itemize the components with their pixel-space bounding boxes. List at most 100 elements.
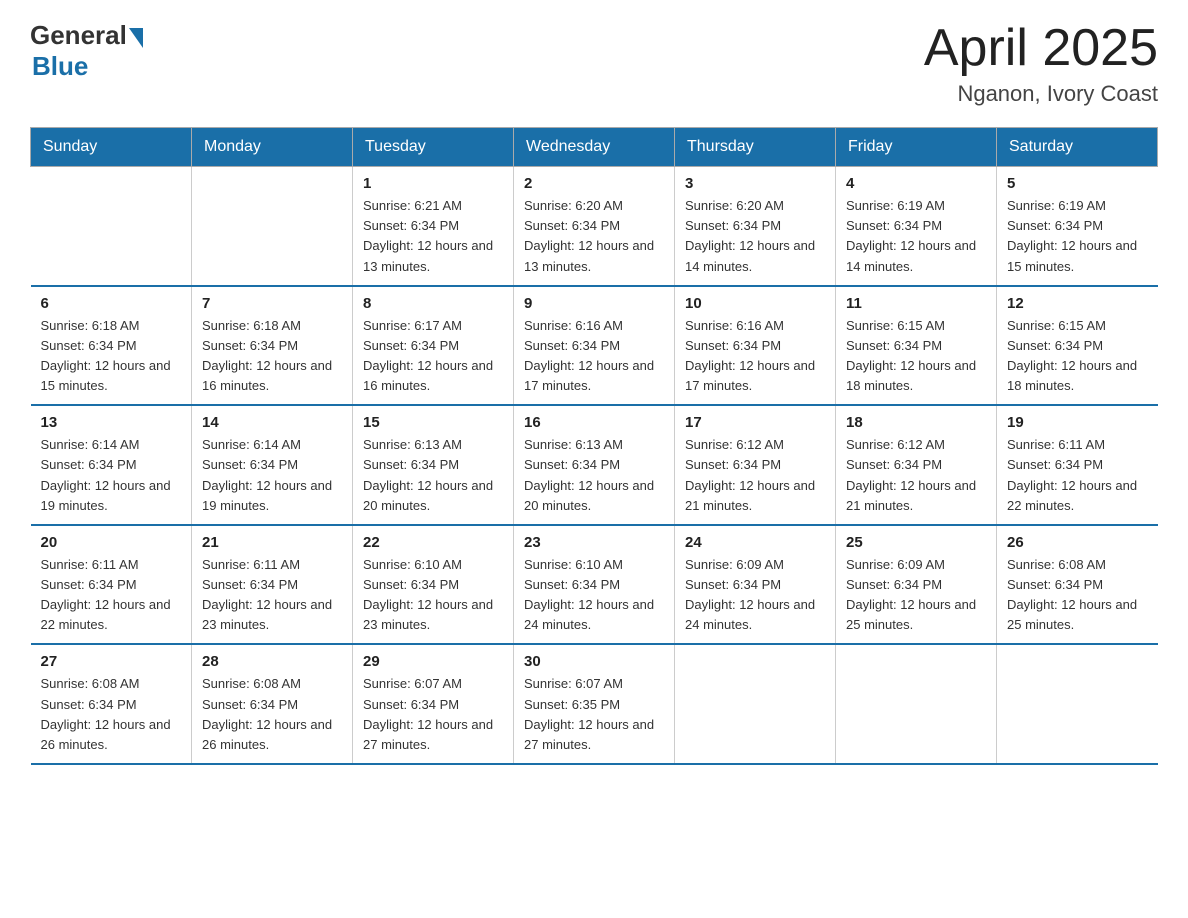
day-info: Sunrise: 6:15 AMSunset: 6:34 PMDaylight:… xyxy=(846,316,986,397)
day-number: 9 xyxy=(524,295,664,312)
calendar-cell: 21 Sunrise: 6:11 AMSunset: 6:34 PMDaylig… xyxy=(192,525,353,645)
calendar-cell: 2 Sunrise: 6:20 AMSunset: 6:34 PMDayligh… xyxy=(514,167,675,286)
day-number: 14 xyxy=(202,414,342,431)
calendar-table: SundayMondayTuesdayWednesdayThursdayFrid… xyxy=(30,127,1158,765)
calendar-cell xyxy=(997,644,1158,764)
day-number: 26 xyxy=(1007,534,1148,551)
day-number: 20 xyxy=(41,534,182,551)
day-info: Sunrise: 6:19 AMSunset: 6:34 PMDaylight:… xyxy=(1007,196,1148,277)
calendar-cell: 25 Sunrise: 6:09 AMSunset: 6:34 PMDaylig… xyxy=(836,525,997,645)
day-info: Sunrise: 6:12 AMSunset: 6:34 PMDaylight:… xyxy=(685,435,825,516)
day-number: 8 xyxy=(363,295,503,312)
day-number: 2 xyxy=(524,175,664,192)
day-info: Sunrise: 6:21 AMSunset: 6:34 PMDaylight:… xyxy=(363,196,503,277)
day-number: 29 xyxy=(363,653,503,670)
calendar-cell: 15 Sunrise: 6:13 AMSunset: 6:34 PMDaylig… xyxy=(353,405,514,525)
calendar-cell: 10 Sunrise: 6:16 AMSunset: 6:34 PMDaylig… xyxy=(675,286,836,406)
day-info: Sunrise: 6:16 AMSunset: 6:34 PMDaylight:… xyxy=(685,316,825,397)
calendar-cell: 30 Sunrise: 6:07 AMSunset: 6:35 PMDaylig… xyxy=(514,644,675,764)
calendar-cell: 26 Sunrise: 6:08 AMSunset: 6:34 PMDaylig… xyxy=(997,525,1158,645)
day-info: Sunrise: 6:08 AMSunset: 6:34 PMDaylight:… xyxy=(1007,555,1148,636)
day-number: 28 xyxy=(202,653,342,670)
day-info: Sunrise: 6:08 AMSunset: 6:34 PMDaylight:… xyxy=(41,674,182,755)
day-number: 12 xyxy=(1007,295,1148,312)
calendar-cell: 17 Sunrise: 6:12 AMSunset: 6:34 PMDaylig… xyxy=(675,405,836,525)
day-info: Sunrise: 6:09 AMSunset: 6:34 PMDaylight:… xyxy=(846,555,986,636)
calendar-cell: 19 Sunrise: 6:11 AMSunset: 6:34 PMDaylig… xyxy=(997,405,1158,525)
day-info: Sunrise: 6:07 AMSunset: 6:35 PMDaylight:… xyxy=(524,674,664,755)
logo-blue-text: Blue xyxy=(32,51,88,82)
day-number: 1 xyxy=(363,175,503,192)
calendar-week-row: 1 Sunrise: 6:21 AMSunset: 6:34 PMDayligh… xyxy=(31,167,1158,286)
day-number: 17 xyxy=(685,414,825,431)
calendar-cell: 12 Sunrise: 6:15 AMSunset: 6:34 PMDaylig… xyxy=(997,286,1158,406)
day-info: Sunrise: 6:18 AMSunset: 6:34 PMDaylight:… xyxy=(202,316,342,397)
day-info: Sunrise: 6:08 AMSunset: 6:34 PMDaylight:… xyxy=(202,674,342,755)
day-info: Sunrise: 6:12 AMSunset: 6:34 PMDaylight:… xyxy=(846,435,986,516)
calendar-cell: 13 Sunrise: 6:14 AMSunset: 6:34 PMDaylig… xyxy=(31,405,192,525)
day-number: 3 xyxy=(685,175,825,192)
day-number: 18 xyxy=(846,414,986,431)
day-info: Sunrise: 6:18 AMSunset: 6:34 PMDaylight:… xyxy=(41,316,182,397)
day-info: Sunrise: 6:07 AMSunset: 6:34 PMDaylight:… xyxy=(363,674,503,755)
day-info: Sunrise: 6:20 AMSunset: 6:34 PMDaylight:… xyxy=(685,196,825,277)
day-number: 27 xyxy=(41,653,182,670)
calendar-week-row: 20 Sunrise: 6:11 AMSunset: 6:34 PMDaylig… xyxy=(31,525,1158,645)
day-number: 15 xyxy=(363,414,503,431)
day-info: Sunrise: 6:16 AMSunset: 6:34 PMDaylight:… xyxy=(524,316,664,397)
calendar-cell xyxy=(192,167,353,286)
day-number: 6 xyxy=(41,295,182,312)
day-number: 24 xyxy=(685,534,825,551)
day-info: Sunrise: 6:14 AMSunset: 6:34 PMDaylight:… xyxy=(41,435,182,516)
calendar-cell: 22 Sunrise: 6:10 AMSunset: 6:34 PMDaylig… xyxy=(353,525,514,645)
calendar-cell: 16 Sunrise: 6:13 AMSunset: 6:34 PMDaylig… xyxy=(514,405,675,525)
calendar-week-row: 27 Sunrise: 6:08 AMSunset: 6:34 PMDaylig… xyxy=(31,644,1158,764)
weekday-header-monday: Monday xyxy=(192,128,353,167)
day-info: Sunrise: 6:15 AMSunset: 6:34 PMDaylight:… xyxy=(1007,316,1148,397)
day-info: Sunrise: 6:20 AMSunset: 6:34 PMDaylight:… xyxy=(524,196,664,277)
calendar-cell: 4 Sunrise: 6:19 AMSunset: 6:34 PMDayligh… xyxy=(836,167,997,286)
calendar-cell: 23 Sunrise: 6:10 AMSunset: 6:34 PMDaylig… xyxy=(514,525,675,645)
calendar-cell: 28 Sunrise: 6:08 AMSunset: 6:34 PMDaylig… xyxy=(192,644,353,764)
day-info: Sunrise: 6:10 AMSunset: 6:34 PMDaylight:… xyxy=(363,555,503,636)
calendar-cell: 7 Sunrise: 6:18 AMSunset: 6:34 PMDayligh… xyxy=(192,286,353,406)
calendar-cell: 1 Sunrise: 6:21 AMSunset: 6:34 PMDayligh… xyxy=(353,167,514,286)
day-number: 22 xyxy=(363,534,503,551)
weekday-header-tuesday: Tuesday xyxy=(353,128,514,167)
calendar-cell xyxy=(675,644,836,764)
day-number: 16 xyxy=(524,414,664,431)
day-number: 30 xyxy=(524,653,664,670)
day-number: 25 xyxy=(846,534,986,551)
day-info: Sunrise: 6:13 AMSunset: 6:34 PMDaylight:… xyxy=(524,435,664,516)
day-number: 21 xyxy=(202,534,342,551)
calendar-cell: 3 Sunrise: 6:20 AMSunset: 6:34 PMDayligh… xyxy=(675,167,836,286)
weekday-header-wednesday: Wednesday xyxy=(514,128,675,167)
location-title: Nganon, Ivory Coast xyxy=(924,81,1158,107)
day-info: Sunrise: 6:14 AMSunset: 6:34 PMDaylight:… xyxy=(202,435,342,516)
day-number: 11 xyxy=(846,295,986,312)
day-number: 4 xyxy=(846,175,986,192)
day-info: Sunrise: 6:10 AMSunset: 6:34 PMDaylight:… xyxy=(524,555,664,636)
calendar-cell xyxy=(31,167,192,286)
calendar-cell: 24 Sunrise: 6:09 AMSunset: 6:34 PMDaylig… xyxy=(675,525,836,645)
weekday-header-saturday: Saturday xyxy=(997,128,1158,167)
day-info: Sunrise: 6:09 AMSunset: 6:34 PMDaylight:… xyxy=(685,555,825,636)
logo: General Blue xyxy=(30,20,143,82)
calendar-cell xyxy=(836,644,997,764)
calendar-cell: 9 Sunrise: 6:16 AMSunset: 6:34 PMDayligh… xyxy=(514,286,675,406)
day-info: Sunrise: 6:19 AMSunset: 6:34 PMDaylight:… xyxy=(846,196,986,277)
day-info: Sunrise: 6:11 AMSunset: 6:34 PMDaylight:… xyxy=(202,555,342,636)
calendar-cell: 8 Sunrise: 6:17 AMSunset: 6:34 PMDayligh… xyxy=(353,286,514,406)
weekday-header-friday: Friday xyxy=(836,128,997,167)
calendar-cell: 5 Sunrise: 6:19 AMSunset: 6:34 PMDayligh… xyxy=(997,167,1158,286)
day-number: 7 xyxy=(202,295,342,312)
calendar-cell: 6 Sunrise: 6:18 AMSunset: 6:34 PMDayligh… xyxy=(31,286,192,406)
calendar-week-row: 6 Sunrise: 6:18 AMSunset: 6:34 PMDayligh… xyxy=(31,286,1158,406)
calendar-cell: 27 Sunrise: 6:08 AMSunset: 6:34 PMDaylig… xyxy=(31,644,192,764)
calendar-cell: 14 Sunrise: 6:14 AMSunset: 6:34 PMDaylig… xyxy=(192,405,353,525)
day-info: Sunrise: 6:11 AMSunset: 6:34 PMDaylight:… xyxy=(1007,435,1148,516)
month-title: April 2025 xyxy=(924,20,1158,77)
calendar-cell: 20 Sunrise: 6:11 AMSunset: 6:34 PMDaylig… xyxy=(31,525,192,645)
day-info: Sunrise: 6:13 AMSunset: 6:34 PMDaylight:… xyxy=(363,435,503,516)
day-number: 13 xyxy=(41,414,182,431)
